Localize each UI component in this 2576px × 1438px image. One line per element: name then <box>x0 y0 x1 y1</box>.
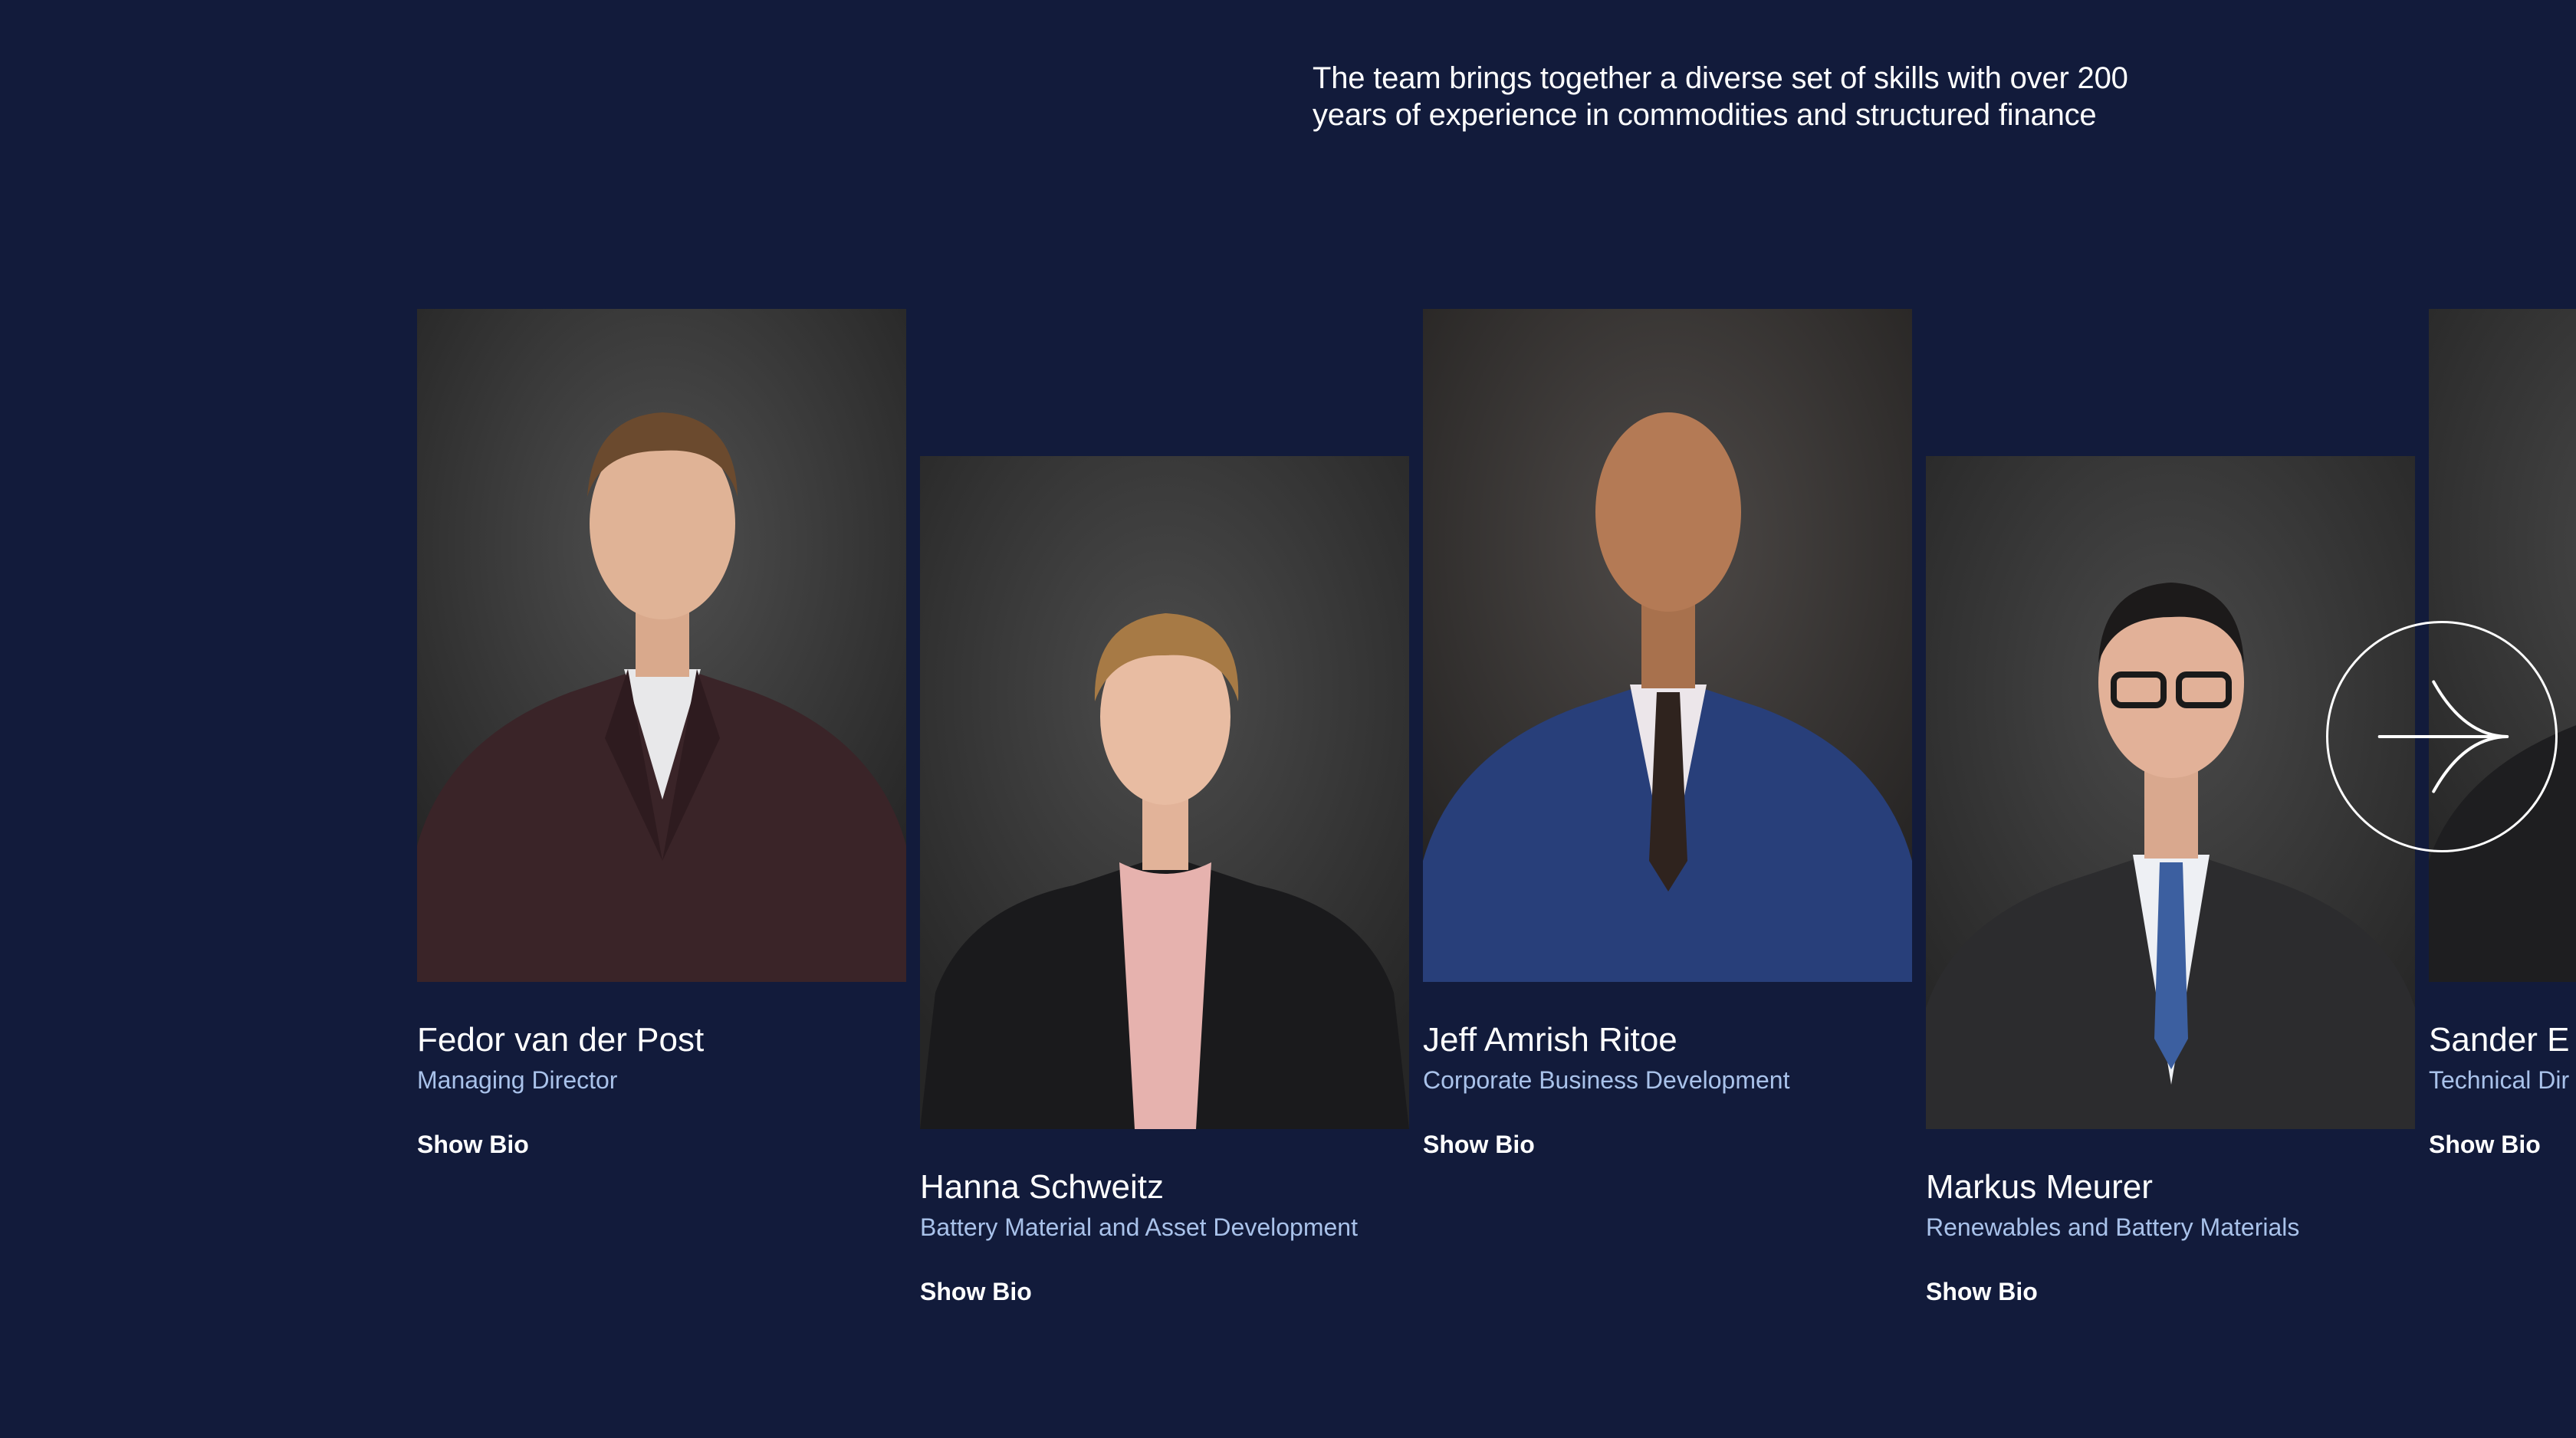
team-member-name: Sander E <box>2429 1021 2570 1059</box>
team-member-photo <box>417 309 906 982</box>
team-member-role: Battery Material and Asset Development <box>920 1213 1358 1241</box>
team-intro-text: The team brings together a diverse set o… <box>1313 61 2128 132</box>
team-card: Hanna Schweitz Battery Material and Asse… <box>920 456 1409 1307</box>
show-bio-button[interactable]: Show Bio <box>417 1129 529 1160</box>
carousel-next-button[interactable] <box>2326 621 2558 852</box>
team-member-name: Jeff Amrish Ritoe <box>1423 1021 1677 1059</box>
team-card: Jeff Amrish Ritoe Corporate Business Dev… <box>1423 309 1912 1160</box>
show-bio-button[interactable]: Show Bio <box>1926 1276 2038 1307</box>
show-bio-button[interactable]: Show Bio <box>1423 1129 1535 1160</box>
team-member-photo <box>920 456 1409 1129</box>
team-member-role: Renewables and Battery Materials <box>1926 1213 2300 1241</box>
team-section: The team brings together a diverse set o… <box>0 0 2576 1438</box>
team-member-role: Managing Director <box>417 1066 618 1094</box>
team-member-role: Technical Dir <box>2429 1066 2570 1094</box>
show-bio-button[interactable]: Show Bio <box>2429 1129 2541 1160</box>
team-card: Fedor van der Post Managing Director Sho… <box>417 309 906 1160</box>
team-member-role: Corporate Business Development <box>1423 1066 1790 1094</box>
team-member-name: Markus Meurer <box>1926 1168 2153 1206</box>
arrow-right-icon <box>2377 680 2509 793</box>
team-card: Markus Meurer Renewables and Battery Mat… <box>1926 456 2415 1307</box>
team-member-name: Fedor van der Post <box>417 1021 705 1059</box>
team-member-photo <box>1423 309 1912 982</box>
team-member-name: Hanna Schweitz <box>920 1168 1164 1206</box>
show-bio-button[interactable]: Show Bio <box>920 1276 1032 1307</box>
